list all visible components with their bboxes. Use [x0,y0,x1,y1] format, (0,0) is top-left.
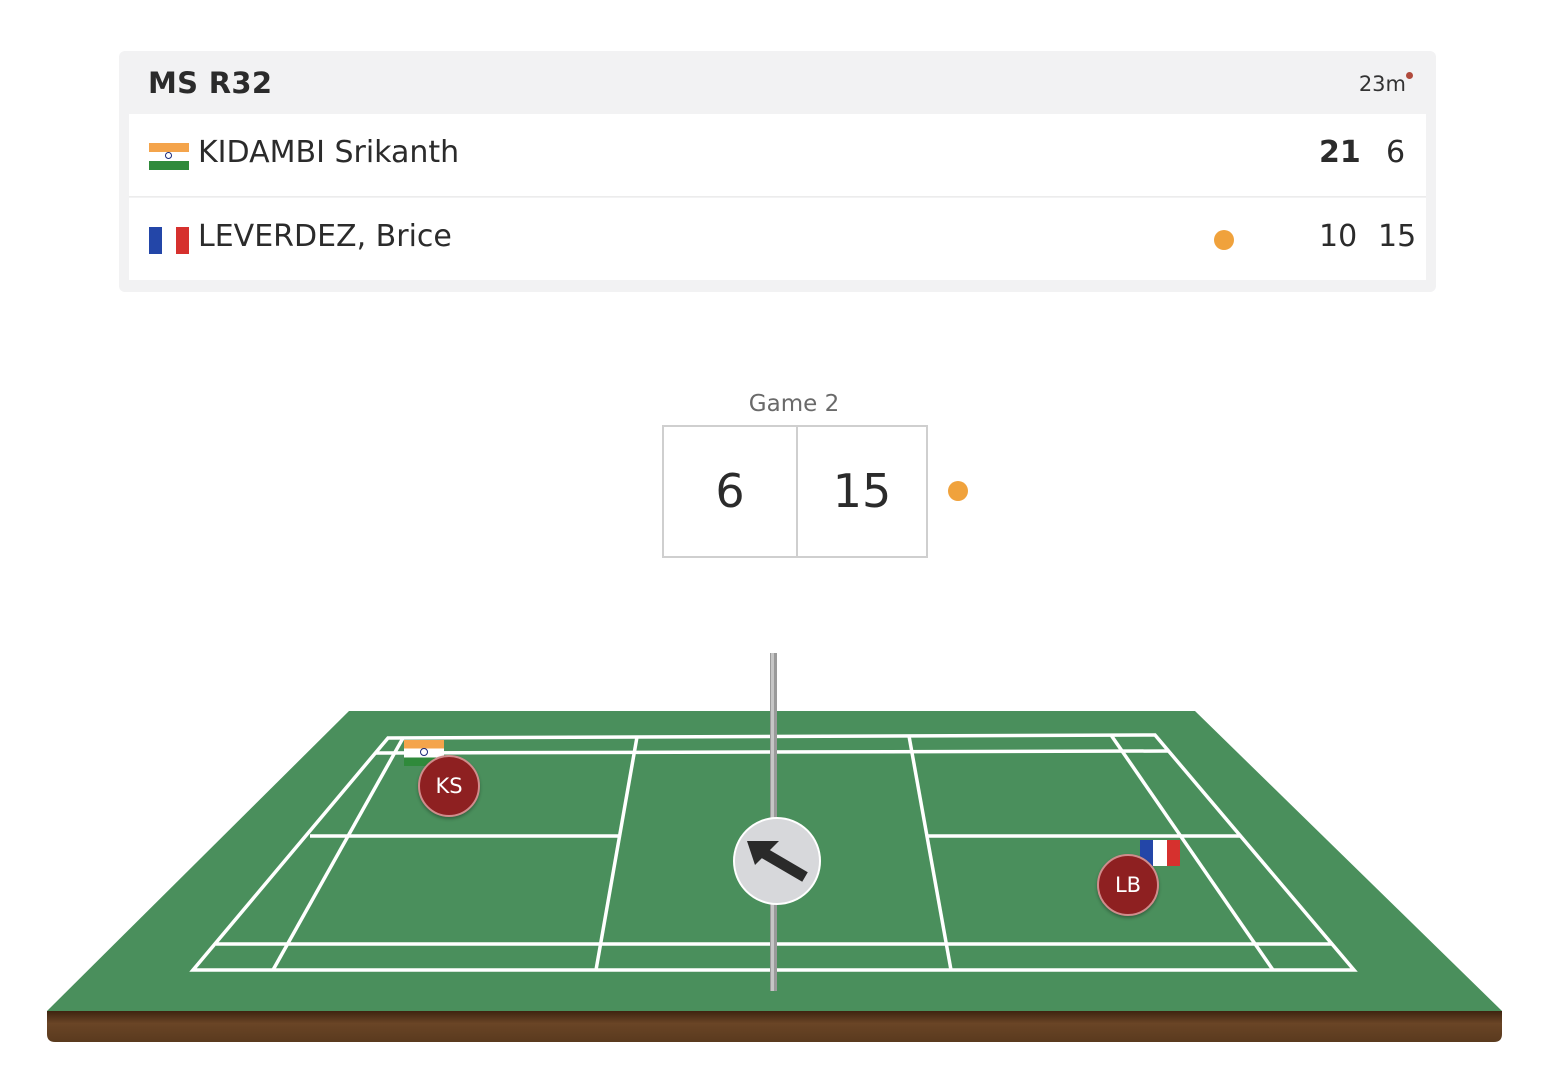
arrow-up-left-icon [747,841,808,882]
player-marker-ks[interactable]: KS [418,755,480,817]
court-base [47,1011,1502,1042]
shuttle-direction-indicator [733,817,821,905]
badminton-court [47,653,1502,1042]
player-marker-lb[interactable]: LB [1097,854,1159,916]
